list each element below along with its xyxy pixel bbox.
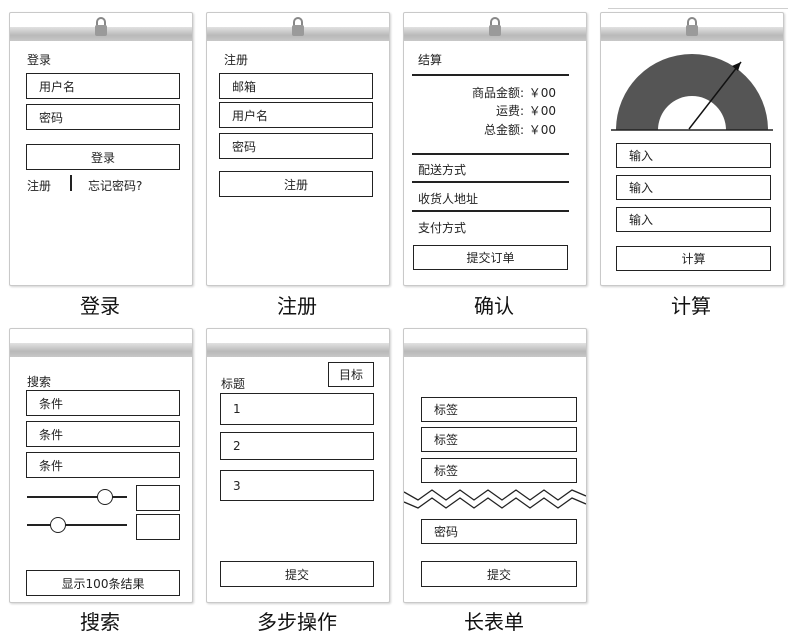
delivery-method-item[interactable]: 配送方式 bbox=[418, 161, 466, 178]
multistep-card: 目标 标题 1 2 3 提交 bbox=[206, 328, 390, 603]
condition-field-1[interactable]: 条件 bbox=[26, 390, 180, 416]
register-link[interactable]: 注册 bbox=[27, 177, 51, 194]
label-field-1[interactable]: 标签 bbox=[421, 397, 577, 422]
lock-icon bbox=[686, 17, 698, 36]
slider-handle[interactable] bbox=[50, 517, 66, 533]
step-field-2[interactable]: 2 bbox=[220, 432, 374, 460]
range-slider-1[interactable] bbox=[27, 489, 127, 505]
address-item[interactable]: 收货人地址 bbox=[418, 190, 478, 207]
show-results-button[interactable]: 显示100条结果 bbox=[26, 570, 180, 596]
divider bbox=[412, 210, 569, 212]
top-rule bbox=[608, 8, 788, 9]
shipping-label: 运费: bbox=[495, 104, 524, 118]
step-field-1[interactable]: 1 bbox=[220, 393, 374, 425]
divider bbox=[412, 153, 569, 155]
input-field-1[interactable]: 输入 bbox=[616, 143, 771, 168]
gauge-chart bbox=[611, 54, 773, 131]
password-field[interactable]: 密码 bbox=[421, 519, 577, 544]
total-amount-value: ￥00 bbox=[528, 123, 556, 137]
register-button[interactable]: 注册 bbox=[219, 171, 373, 197]
login-title: 登录 bbox=[27, 53, 52, 67]
register-caption: 注册 bbox=[277, 294, 317, 318]
input-field-3[interactable]: 输入 bbox=[616, 207, 771, 232]
range-slider-2[interactable] bbox=[27, 517, 127, 533]
payment-method-item[interactable]: 支付方式 bbox=[418, 219, 466, 236]
slider-value-box-2[interactable] bbox=[136, 514, 180, 540]
step-field-3[interactable]: 3 bbox=[220, 470, 374, 501]
phone-top-bar bbox=[404, 343, 586, 357]
shipping-value: ￥00 bbox=[528, 104, 556, 118]
search-card: 搜索 条件 条件 条件 显示100条结果 bbox=[9, 328, 193, 603]
password-field[interactable]: 密码 bbox=[219, 133, 373, 159]
search-title: 搜索 bbox=[27, 375, 52, 389]
divider bbox=[412, 181, 569, 183]
lock-icon bbox=[489, 17, 501, 36]
username-field[interactable]: 用户名 bbox=[219, 102, 373, 128]
gauge-arc bbox=[616, 54, 768, 130]
checkout-title: 结算 bbox=[418, 53, 443, 67]
calc-caption: 计算 bbox=[671, 294, 711, 318]
condition-field-3[interactable]: 条件 bbox=[26, 452, 180, 478]
register-card: 注册 邮箱 用户名 密码 注册 bbox=[206, 12, 390, 286]
lock-icon bbox=[292, 17, 304, 36]
login-caption: 登录 bbox=[80, 294, 120, 318]
submit-button[interactable]: 提交 bbox=[220, 561, 374, 587]
longform-caption: 长表单 bbox=[464, 610, 524, 634]
register-title: 注册 bbox=[224, 53, 249, 67]
search-caption: 搜索 bbox=[80, 610, 120, 634]
label-field-2[interactable]: 标签 bbox=[421, 427, 577, 452]
password-field[interactable]: 密码 bbox=[26, 104, 180, 130]
login-button[interactable]: 登录 bbox=[26, 144, 180, 170]
confirm-caption: 确认 bbox=[474, 294, 514, 318]
calculate-button[interactable]: 计算 bbox=[616, 246, 771, 271]
goal-button[interactable]: 目标 bbox=[328, 362, 374, 387]
email-field[interactable]: 邮箱 bbox=[219, 73, 373, 99]
goods-amount-value: ￥00 bbox=[528, 86, 556, 100]
goods-amount-label: 商品金额: bbox=[471, 86, 524, 100]
slider-handle[interactable] bbox=[97, 489, 113, 505]
multistep-title: 标题 bbox=[221, 377, 246, 391]
username-field[interactable]: 用户名 bbox=[26, 73, 180, 99]
submit-order-button[interactable]: 提交订单 bbox=[413, 245, 568, 270]
lock-icon bbox=[95, 17, 107, 36]
phone-top-bar bbox=[10, 343, 192, 357]
label-field-3[interactable]: 标签 bbox=[421, 458, 577, 483]
forgot-password-link[interactable]: 忘记密码? bbox=[88, 177, 142, 194]
divider bbox=[412, 74, 569, 76]
confirm-card: 结算 商品金额: ￥00 运费: ￥00 总金额: ￥00 配送方式 收货人地址… bbox=[403, 12, 587, 286]
slider-track bbox=[27, 524, 127, 526]
longform-card: 标签 标签 标签 密码 提交 bbox=[403, 328, 587, 603]
input-field-2[interactable]: 输入 bbox=[616, 175, 771, 200]
login-card: 登录 用户名 密码 登录 注册 忘记密码? bbox=[9, 12, 193, 286]
form-break-zigzag bbox=[404, 489, 586, 509]
slider-value-box-1[interactable] bbox=[136, 485, 180, 511]
total-amount-label: 总金额: bbox=[483, 123, 524, 137]
condition-field-2[interactable]: 条件 bbox=[26, 421, 180, 447]
phone-top-bar bbox=[207, 343, 389, 357]
link-divider bbox=[70, 175, 72, 191]
submit-button[interactable]: 提交 bbox=[421, 561, 577, 587]
multistep-caption: 多步操作 bbox=[257, 610, 337, 634]
calc-card: 输入 输入 输入 计算 bbox=[600, 12, 784, 286]
